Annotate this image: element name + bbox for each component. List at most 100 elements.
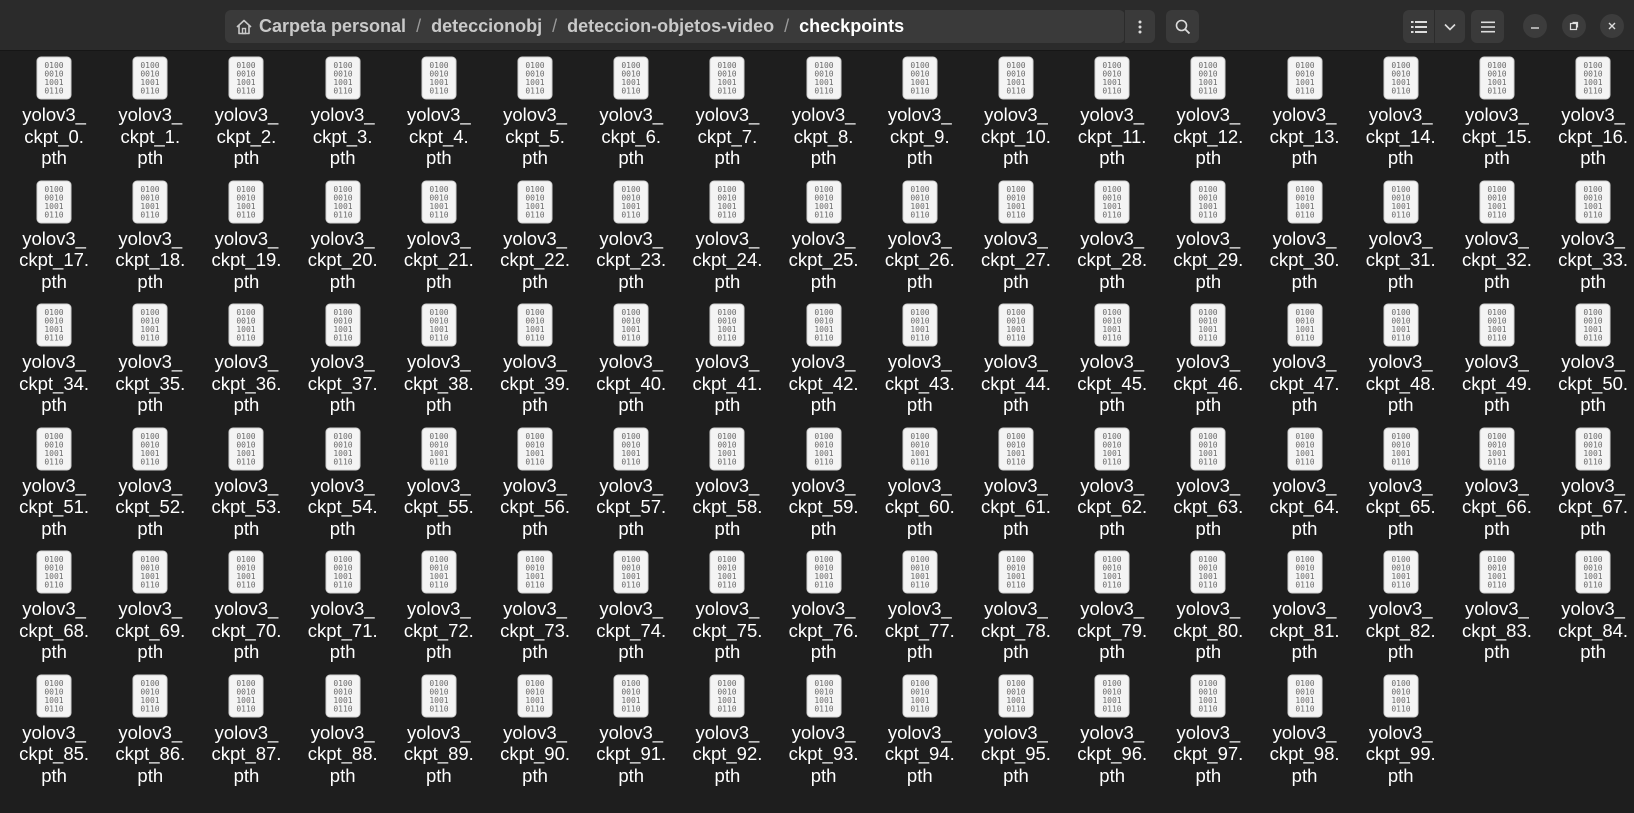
main-menu-button[interactable] <box>1471 10 1504 43</box>
file-item[interactable]: 0100 0010 1001 0110 yolov3_ ckpt_25. pth <box>776 180 872 304</box>
file-item[interactable]: 0100 0010 1001 0110 yolov3_ ckpt_78. pth <box>968 550 1064 674</box>
file-item[interactable]: 0100 0010 1001 0110 yolov3_ ckpt_29. pth <box>1160 180 1256 304</box>
file-item[interactable]: 0100 0010 1001 0110 yolov3_ ckpt_2. pth <box>198 56 294 180</box>
file-item[interactable]: 0100 0010 1001 0110 yolov3_ ckpt_0. pth <box>6 56 102 180</box>
view-options-dropdown[interactable] <box>1435 10 1465 43</box>
file-item[interactable]: 0100 0010 1001 0110 yolov3_ ckpt_51. pth <box>6 427 102 551</box>
file-item[interactable]: 0100 0010 1001 0110 yolov3_ ckpt_3. pth <box>295 56 391 180</box>
view-toggle-button[interactable] <box>1403 10 1434 43</box>
file-item[interactable]: 0100 0010 1001 0110 yolov3_ ckpt_63. pth <box>1160 427 1256 551</box>
file-item[interactable]: 0100 0010 1001 0110 yolov3_ ckpt_99. pth <box>1353 674 1449 798</box>
path-bar[interactable]: Carpeta personal / deteccionobj / detecc… <box>225 10 1125 43</box>
file-item[interactable]: 0100 0010 1001 0110 yolov3_ ckpt_69. pth <box>102 550 198 674</box>
file-item[interactable]: 0100 0010 1001 0110 yolov3_ ckpt_11. pth <box>1064 56 1160 180</box>
file-item[interactable]: 0100 0010 1001 0110 yolov3_ ckpt_68. pth <box>6 550 102 674</box>
path-menu-button[interactable] <box>1124 10 1155 43</box>
file-item[interactable]: 0100 0010 1001 0110 yolov3_ ckpt_71. pth <box>295 550 391 674</box>
file-item[interactable]: 0100 0010 1001 0110 yolov3_ ckpt_59. pth <box>776 427 872 551</box>
file-item[interactable]: 0100 0010 1001 0110 yolov3_ ckpt_40. pth <box>583 303 679 427</box>
file-item[interactable]: 0100 0010 1001 0110 yolov3_ ckpt_41. pth <box>679 303 775 427</box>
file-item[interactable]: 0100 0010 1001 0110 yolov3_ ckpt_87. pth <box>198 674 294 798</box>
file-item[interactable]: 0100 0010 1001 0110 yolov3_ ckpt_72. pth <box>391 550 487 674</box>
file-item[interactable]: 0100 0010 1001 0110 yolov3_ ckpt_20. pth <box>295 180 391 304</box>
file-item[interactable]: 0100 0010 1001 0110 yolov3_ ckpt_67. pth <box>1545 427 1634 551</box>
file-item[interactable]: 0100 0010 1001 0110 yolov3_ ckpt_75. pth <box>679 550 775 674</box>
file-item[interactable]: 0100 0010 1001 0110 yolov3_ ckpt_37. pth <box>295 303 391 427</box>
file-item[interactable]: 0100 0010 1001 0110 yolov3_ ckpt_98. pth <box>1256 674 1352 798</box>
breadcrumb-deteccion-objetos-video[interactable]: deteccion-objetos-video <box>567 16 774 37</box>
search-button[interactable] <box>1166 10 1199 43</box>
breadcrumb-home[interactable]: Carpeta personal <box>259 16 406 37</box>
file-item[interactable]: 0100 0010 1001 0110 yolov3_ ckpt_4. pth <box>391 56 487 180</box>
file-item[interactable]: 0100 0010 1001 0110 yolov3_ ckpt_82. pth <box>1353 550 1449 674</box>
file-item[interactable]: 0100 0010 1001 0110 yolov3_ ckpt_7. pth <box>679 56 775 180</box>
file-item[interactable]: 0100 0010 1001 0110 yolov3_ ckpt_94. pth <box>872 674 968 798</box>
file-item[interactable]: 0100 0010 1001 0110 yolov3_ ckpt_96. pth <box>1064 674 1160 798</box>
file-item[interactable]: 0100 0010 1001 0110 yolov3_ ckpt_95. pth <box>968 674 1064 798</box>
file-item[interactable]: 0100 0010 1001 0110 yolov3_ ckpt_83. pth <box>1449 550 1545 674</box>
file-item[interactable]: 0100 0010 1001 0110 yolov3_ ckpt_33. pth <box>1545 180 1634 304</box>
file-item[interactable]: 0100 0010 1001 0110 yolov3_ ckpt_88. pth <box>295 674 391 798</box>
file-item[interactable]: 0100 0010 1001 0110 yolov3_ ckpt_80. pth <box>1160 550 1256 674</box>
file-item[interactable]: 0100 0010 1001 0110 yolov3_ ckpt_91. pth <box>583 674 679 798</box>
file-item[interactable]: 0100 0010 1001 0110 yolov3_ ckpt_5. pth <box>487 56 583 180</box>
file-item[interactable]: 0100 0010 1001 0110 yolov3_ ckpt_35. pth <box>102 303 198 427</box>
file-item[interactable]: 0100 0010 1001 0110 yolov3_ ckpt_93. pth <box>776 674 872 798</box>
file-item[interactable]: 0100 0010 1001 0110 yolov3_ ckpt_31. pth <box>1353 180 1449 304</box>
file-item[interactable]: 0100 0010 1001 0110 yolov3_ ckpt_22. pth <box>487 180 583 304</box>
file-item[interactable]: 0100 0010 1001 0110 yolov3_ ckpt_89. pth <box>391 674 487 798</box>
file-item[interactable]: 0100 0010 1001 0110 yolov3_ ckpt_85. pth <box>6 674 102 798</box>
file-item[interactable]: 0100 0010 1001 0110 yolov3_ ckpt_62. pth <box>1064 427 1160 551</box>
file-item[interactable]: 0100 0010 1001 0110 yolov3_ ckpt_19. pth <box>198 180 294 304</box>
file-item[interactable]: 0100 0010 1001 0110 yolov3_ ckpt_8. pth <box>776 56 872 180</box>
file-item[interactable]: 0100 0010 1001 0110 yolov3_ ckpt_12. pth <box>1160 56 1256 180</box>
file-item[interactable]: 0100 0010 1001 0110 yolov3_ ckpt_74. pth <box>583 550 679 674</box>
file-item[interactable]: 0100 0010 1001 0110 yolov3_ ckpt_14. pth <box>1353 56 1449 180</box>
file-item[interactable]: 0100 0010 1001 0110 yolov3_ ckpt_52. pth <box>102 427 198 551</box>
maximize-button[interactable] <box>1562 14 1586 38</box>
file-item[interactable]: 0100 0010 1001 0110 yolov3_ ckpt_97. pth <box>1160 674 1256 798</box>
file-item[interactable]: 0100 0010 1001 0110 yolov3_ ckpt_76. pth <box>776 550 872 674</box>
file-item[interactable]: 0100 0010 1001 0110 yolov3_ ckpt_21. pth <box>391 180 487 304</box>
file-item[interactable]: 0100 0010 1001 0110 yolov3_ ckpt_6. pth <box>583 56 679 180</box>
file-item[interactable]: 0100 0010 1001 0110 yolov3_ ckpt_10. pth <box>968 56 1064 180</box>
file-item[interactable]: 0100 0010 1001 0110 yolov3_ ckpt_65. pth <box>1353 427 1449 551</box>
file-item[interactable]: 0100 0010 1001 0110 yolov3_ ckpt_81. pth <box>1256 550 1352 674</box>
file-item[interactable]: 0100 0010 1001 0110 yolov3_ ckpt_1. pth <box>102 56 198 180</box>
file-item[interactable]: 0100 0010 1001 0110 yolov3_ ckpt_64. pth <box>1256 427 1352 551</box>
file-item[interactable]: 0100 0010 1001 0110 yolov3_ ckpt_61. pth <box>968 427 1064 551</box>
file-item[interactable]: 0100 0010 1001 0110 yolov3_ ckpt_56. pth <box>487 427 583 551</box>
file-item[interactable]: 0100 0010 1001 0110 yolov3_ ckpt_42. pth <box>776 303 872 427</box>
file-item[interactable]: 0100 0010 1001 0110 yolov3_ ckpt_49. pth <box>1449 303 1545 427</box>
file-item[interactable]: 0100 0010 1001 0110 yolov3_ ckpt_73. pth <box>487 550 583 674</box>
file-item[interactable]: 0100 0010 1001 0110 yolov3_ ckpt_23. pth <box>583 180 679 304</box>
file-item[interactable]: 0100 0010 1001 0110 yolov3_ ckpt_39. pth <box>487 303 583 427</box>
file-item[interactable]: 0100 0010 1001 0110 yolov3_ ckpt_90. pth <box>487 674 583 798</box>
home-icon[interactable] <box>235 18 253 36</box>
file-item[interactable]: 0100 0010 1001 0110 yolov3_ ckpt_28. pth <box>1064 180 1160 304</box>
file-item[interactable]: 0100 0010 1001 0110 yolov3_ ckpt_77. pth <box>872 550 968 674</box>
file-item[interactable]: 0100 0010 1001 0110 yolov3_ ckpt_32. pth <box>1449 180 1545 304</box>
file-item[interactable]: 0100 0010 1001 0110 yolov3_ ckpt_79. pth <box>1064 550 1160 674</box>
file-item[interactable]: 0100 0010 1001 0110 yolov3_ ckpt_47. pth <box>1256 303 1352 427</box>
file-item[interactable]: 0100 0010 1001 0110 yolov3_ ckpt_58. pth <box>679 427 775 551</box>
file-item[interactable]: 0100 0010 1001 0110 yolov3_ ckpt_50. pth <box>1545 303 1634 427</box>
close-button[interactable] <box>1600 14 1624 38</box>
file-item[interactable]: 0100 0010 1001 0110 yolov3_ ckpt_45. pth <box>1064 303 1160 427</box>
file-item[interactable]: 0100 0010 1001 0110 yolov3_ ckpt_46. pth <box>1160 303 1256 427</box>
file-item[interactable]: 0100 0010 1001 0110 yolov3_ ckpt_34. pth <box>6 303 102 427</box>
file-item[interactable]: 0100 0010 1001 0110 yolov3_ ckpt_17. pth <box>6 180 102 304</box>
file-item[interactable]: 0100 0010 1001 0110 yolov3_ ckpt_18. pth <box>102 180 198 304</box>
file-item[interactable]: 0100 0010 1001 0110 yolov3_ ckpt_16. pth <box>1545 56 1634 180</box>
file-item[interactable]: 0100 0010 1001 0110 yolov3_ ckpt_48. pth <box>1353 303 1449 427</box>
file-item[interactable]: 0100 0010 1001 0110 yolov3_ ckpt_84. pth <box>1545 550 1634 674</box>
file-item[interactable]: 0100 0010 1001 0110 yolov3_ ckpt_66. pth <box>1449 427 1545 551</box>
file-item[interactable]: 0100 0010 1001 0110 yolov3_ ckpt_55. pth <box>391 427 487 551</box>
file-item[interactable]: 0100 0010 1001 0110 yolov3_ ckpt_54. pth <box>295 427 391 551</box>
breadcrumb-deteccionobj[interactable]: deteccionobj <box>431 16 542 37</box>
file-item[interactable]: 0100 0010 1001 0110 yolov3_ ckpt_92. pth <box>679 674 775 798</box>
file-item[interactable]: 0100 0010 1001 0110 yolov3_ ckpt_38. pth <box>391 303 487 427</box>
file-item[interactable]: 0100 0010 1001 0110 yolov3_ ckpt_70. pth <box>198 550 294 674</box>
file-item[interactable]: 0100 0010 1001 0110 yolov3_ ckpt_24. pth <box>679 180 775 304</box>
file-item[interactable]: 0100 0010 1001 0110 yolov3_ ckpt_26. pth <box>872 180 968 304</box>
